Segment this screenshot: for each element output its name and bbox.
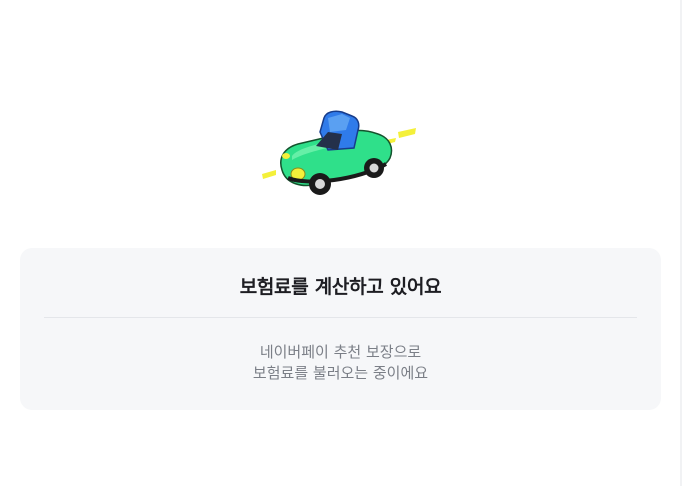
car-icon: [262, 110, 416, 195]
description-line-2: 보험료를 불러오는 중이에요: [252, 364, 429, 382]
loading-card: 보험료를 계산하고 있어요 네이버페이 추천 보장으로 보험료를 불러오는 중이…: [20, 248, 661, 410]
description-line-1: 네이버페이 추천 보장으로: [259, 343, 422, 361]
loading-title: 보험료를 계산하고 있어요: [239, 276, 442, 298]
divider: [44, 317, 637, 318]
insurance-loading-page: 보험료를 계산하고 있어요 네이버페이 추천 보장으로 보험료를 불러오는 중이…: [0, 0, 682, 486]
loading-description: 네이버페이 추천 보장으로 보험료를 불러오는 중이에요: [20, 342, 661, 384]
